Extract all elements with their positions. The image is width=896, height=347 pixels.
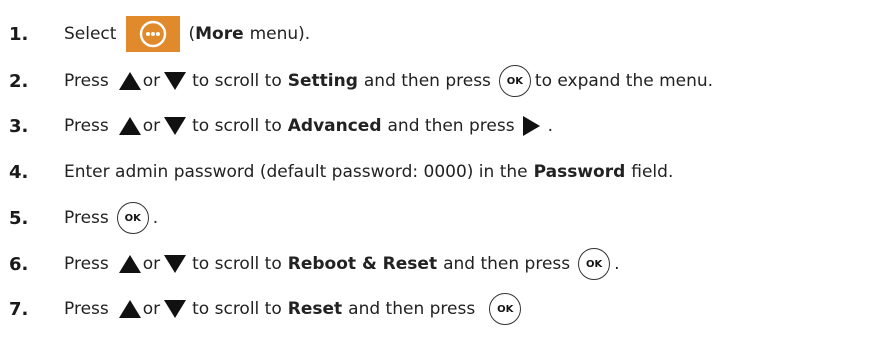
down-arrow-icon — [164, 255, 187, 273]
step-text-bold: Password — [533, 162, 626, 182]
step-text: menu). — [249, 24, 311, 44]
step-text-bold: Reboot & Reset — [287, 254, 438, 274]
step-text-bold: Advanced — [287, 116, 382, 136]
step-4: 4. Enter admin password (default passwor… — [0, 152, 896, 192]
step-text: to scroll to — [192, 116, 282, 136]
step-6: 6. Press or to scroll to Reboot & Reset … — [0, 244, 896, 284]
step-text: . — [614, 254, 620, 274]
ok-button-icon: OK — [498, 65, 531, 97]
step-number: 3. — [9, 115, 29, 137]
down-arrow-icon — [164, 117, 187, 135]
step-text: or — [142, 71, 161, 91]
step-text: Press — [64, 116, 109, 136]
up-arrow-icon — [118, 300, 141, 318]
instruction-steps: 1. Select ( More menu). 2. Press or to s… — [0, 0, 896, 347]
ok-button-icon: OK — [489, 293, 522, 325]
step-text: ( — [188, 24, 196, 44]
step-text: Press — [64, 208, 109, 228]
step-text: Press — [64, 299, 109, 319]
step-text: or — [142, 299, 161, 319]
step-text: to scroll to — [192, 71, 282, 91]
step-text-bold: Reset — [287, 299, 343, 319]
step-text: or — [142, 254, 161, 274]
step-text: to scroll to — [192, 299, 282, 319]
step-text: field. — [631, 162, 674, 182]
step-7: 7. Press or to scroll to Reset and then … — [0, 289, 896, 329]
step-number: 1. — [9, 23, 29, 45]
up-arrow-icon — [118, 255, 141, 273]
down-arrow-icon — [164, 72, 187, 90]
step-text: to expand the menu. — [534, 71, 714, 91]
up-arrow-icon — [118, 117, 141, 135]
step-text: Enter admin password (default password: … — [64, 162, 528, 182]
step-number: 4. — [9, 161, 29, 183]
step-1: 1. Select ( More menu). — [0, 14, 896, 54]
down-arrow-icon — [164, 300, 187, 318]
step-text-bold: Setting — [287, 71, 358, 91]
step-text: or — [142, 116, 161, 136]
step-3: 3. Press or to scroll to Advanced and th… — [0, 106, 896, 146]
step-number: 5. — [9, 207, 29, 229]
step-number: 2. — [9, 70, 29, 92]
up-arrow-icon — [118, 72, 141, 90]
step-2: 2. Press or to scroll to Setting and the… — [0, 61, 896, 101]
step-text: . — [152, 208, 159, 228]
ok-button-icon: OK — [578, 248, 611, 280]
step-text: and then press — [387, 116, 515, 136]
step-text: Press — [64, 254, 109, 274]
step-text: and then press — [348, 299, 476, 319]
step-text: . — [547, 116, 553, 136]
step-number: 6. — [9, 253, 29, 275]
step-5: 5. Press OK . — [0, 198, 896, 238]
step-text: to scroll to — [192, 254, 282, 274]
step-text: Select — [64, 24, 117, 44]
step-text: Press — [64, 71, 109, 91]
step-text-bold: More — [195, 24, 244, 44]
right-arrow-icon — [522, 116, 540, 136]
step-text: and then press — [363, 71, 491, 91]
ok-button-icon: OK — [116, 202, 149, 234]
more-menu-icon — [126, 16, 181, 52]
step-number: 7. — [9, 298, 29, 320]
step-text: and then press — [443, 254, 571, 274]
